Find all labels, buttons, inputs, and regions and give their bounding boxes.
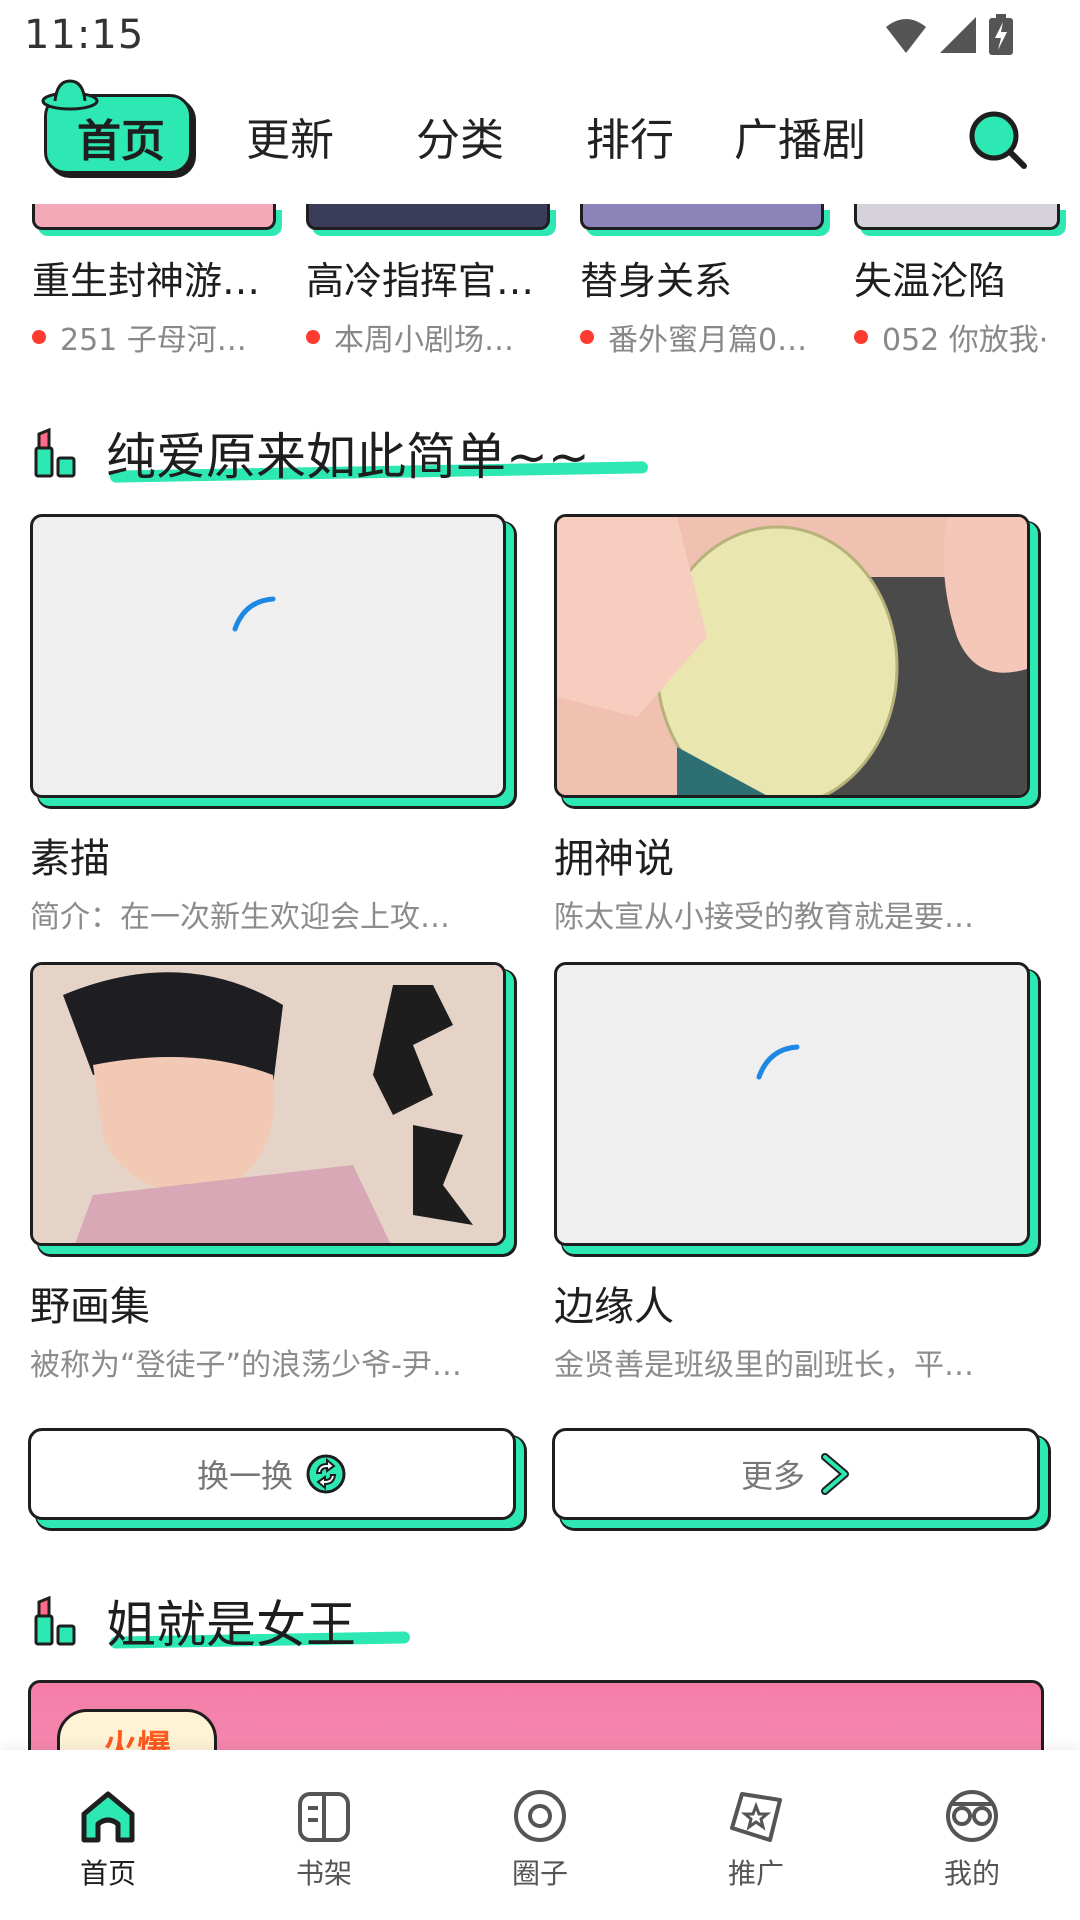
- card-title: 边缘人: [554, 1284, 674, 1330]
- more-label: 更多: [740, 1457, 805, 1495]
- strip-card[interactable]: 失温沦陷 052 你放我·: [854, 204, 1060, 359]
- strip-card[interactable]: 重生封神游… 251 子母河…: [32, 204, 276, 359]
- cover-illustration: [33, 965, 503, 1243]
- card-title: 拥神说: [554, 836, 674, 882]
- update-dot: [854, 330, 868, 344]
- nav-bookshelf[interactable]: 书架: [254, 1788, 394, 1892]
- card-title: 素描: [30, 836, 110, 882]
- lipstick-icon: [34, 428, 76, 478]
- comic-strip: 重生封神游… 251 子母河… 高冷指挥官… 本周小剧场… 替身关系 番外蜜月篇…: [0, 204, 1080, 364]
- section-title: 姐就是女王: [106, 1596, 356, 1654]
- strip-thumb: [580, 204, 824, 230]
- card-desc: 金贤善是班级里的副班长，平…: [554, 1348, 974, 1383]
- section-header: 姐就是女王: [32, 1586, 411, 1656]
- tab-home-label: 首页: [77, 116, 165, 167]
- card-cover: [30, 962, 506, 1246]
- update-dot: [32, 330, 46, 344]
- nav-circle-label: 圈子: [511, 1857, 568, 1890]
- strip-thumb: [306, 204, 550, 230]
- nav-circle[interactable]: 圈子: [470, 1788, 610, 1892]
- section-header: 纯爱原来如此简单~~: [32, 418, 649, 488]
- refresh-label: 换一换: [196, 1457, 293, 1495]
- comic-card[interactable]: 素描 简介：在一次新生欢迎会上攻…: [30, 514, 514, 936]
- top-nav: 首页 更新 分类 排行 广播剧: [0, 79, 1080, 190]
- card-title: 野画集: [30, 1284, 150, 1330]
- nav-home[interactable]: 首页: [38, 1788, 178, 1892]
- bottom-nav: 首页 书架 圈子 推广 我的: [0, 1750, 1080, 1920]
- strip-card[interactable]: 替身关系 番外蜜月篇0…: [580, 204, 824, 359]
- bookshelf-icon: [298, 1792, 350, 1842]
- refresh-button[interactable]: 换一换: [28, 1428, 516, 1520]
- strip-title: 重生封神游…: [32, 259, 261, 303]
- status-icons: [884, 14, 1014, 56]
- circle-icon: [514, 1790, 566, 1842]
- strip-title: 替身关系: [580, 259, 733, 303]
- nav-bookshelf-label: 书架: [295, 1857, 352, 1890]
- tab-ranking[interactable]: 排行: [586, 104, 674, 168]
- strip-card[interactable]: 高冷指挥官… 本周小剧场…: [306, 204, 550, 359]
- strip-thumb: [32, 204, 276, 230]
- update-dot: [306, 330, 320, 344]
- nav-profile[interactable]: 我的: [902, 1788, 1042, 1892]
- lipstick-icon: [34, 1596, 76, 1646]
- strip-subtitle: 本周小剧场…: [306, 315, 550, 359]
- card-desc: 陈太宣从小接受的教育就是要…: [554, 900, 974, 935]
- card-desc: 被称为“登徒子”的浪荡少爷-尹…: [30, 1348, 462, 1383]
- strip-subtitle: 052 你放我·: [854, 315, 1060, 359]
- status-bar: 11:15: [0, 0, 1080, 72]
- nav-promote-label: 推广: [727, 1857, 784, 1890]
- chevron-right-icon: [821, 1453, 849, 1495]
- tab-updates[interactable]: 更新: [246, 104, 334, 168]
- card-cover: [30, 514, 506, 798]
- battery-icon: [989, 14, 1013, 55]
- comic-card[interactable]: 边缘人 金贤善是班级里的副班长，平…: [554, 962, 1038, 1384]
- comic-card[interactable]: 拥神说 陈太宣从小接受的教育就是要…: [554, 514, 1038, 936]
- card-cover: [554, 514, 1030, 798]
- card-desc: 简介：在一次新生欢迎会上攻…: [30, 900, 450, 935]
- home-icon: [81, 1791, 135, 1843]
- cover-illustration: [557, 517, 1027, 795]
- strip-title: 失温沦陷: [854, 259, 1007, 303]
- loading-spinner: [756, 1044, 800, 1080]
- nav-profile-label: 我的: [943, 1857, 1000, 1890]
- strip-thumb: [854, 204, 1060, 230]
- section-title: 纯爱原来如此简单~~: [106, 428, 590, 486]
- tab-categories[interactable]: 分类: [416, 104, 504, 168]
- nav-home-label: 首页: [79, 1857, 136, 1890]
- profile-icon: [946, 1790, 998, 1842]
- signal-icon: [940, 17, 976, 53]
- comic-card[interactable]: 野画集 被称为“登徒子”的浪荡少爷-尹…: [30, 962, 514, 1384]
- search-icon[interactable]: [966, 108, 1028, 170]
- wifi-icon: [886, 19, 926, 53]
- strip-subtitle: 251 子母河…: [32, 315, 276, 359]
- more-button[interactable]: 更多: [552, 1428, 1040, 1520]
- refresh-icon: [306, 1454, 346, 1494]
- strip-title: 高冷指挥官…: [306, 259, 535, 303]
- app-page: 11:15 首页 更新 分类 排行 广播剧 重生封神游… 251 子母河… 高冷…: [0, 0, 1080, 1920]
- nav-promote[interactable]: 推广: [686, 1788, 826, 1892]
- card-cover: [554, 962, 1030, 1246]
- promote-icon: [730, 1792, 782, 1842]
- tab-home[interactable]: 首页: [41, 79, 192, 174]
- loading-spinner: [232, 596, 276, 632]
- update-dot: [580, 330, 594, 344]
- strip-subtitle: 番外蜜月篇0…: [580, 315, 824, 359]
- status-time: 11:15: [24, 12, 145, 58]
- tab-audio-drama[interactable]: 广播剧: [734, 104, 866, 168]
